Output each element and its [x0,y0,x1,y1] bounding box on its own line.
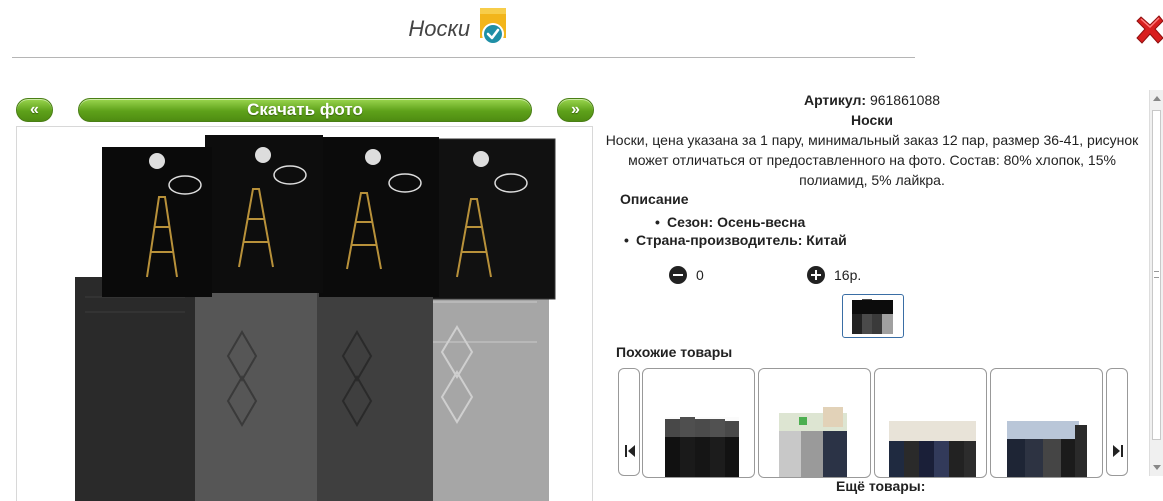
product-name: Носки [851,112,893,128]
property-country: Страна-производитель: Китай [624,231,847,249]
minus-circle-icon[interactable] [669,266,687,284]
sku-label: Артикул: [803,92,867,108]
similar-product-card[interactable] [642,368,755,478]
page-title: Носки [408,16,471,41]
more-products-label: Ещё товары: [836,478,926,494]
skip-back-icon[interactable] [618,368,640,476]
header-divider [12,57,915,58]
scroll-down-icon[interactable] [1153,465,1161,470]
price: 16р. [834,267,862,283]
plus-circle-icon[interactable] [807,266,825,284]
skip-forward-icon[interactable] [1106,368,1128,476]
next-photo-button[interactable]: » [557,98,594,122]
product-info: Артикул: 961861088 Носки Носки, цена ука… [596,90,1148,190]
similar-product-card[interactable] [990,368,1103,478]
panel-scrollbar[interactable] [1149,90,1163,476]
description-heading: Описание [620,191,689,207]
page-header: Носки [0,8,915,50]
download-photo-button[interactable]: Скачать фото [78,98,532,122]
verified-check-icon [479,8,507,46]
similar-product-card[interactable] [874,368,987,478]
product-photo [16,126,593,501]
property-season: Сезон: Осень-весна [624,213,847,231]
properties-list: Сезон: Осень-весна Страна-производитель:… [624,213,847,249]
scroll-up-icon[interactable] [1153,96,1161,101]
similar-product-card[interactable] [758,368,871,478]
sku-line: Артикул: 961861088 [596,90,1148,110]
quantity-value: 0 [696,267,704,283]
prev-photo-button[interactable]: « [16,98,53,122]
sku-value: 961861088 [869,92,941,108]
scrollbar-thumb[interactable] [1152,110,1161,440]
similar-products-heading: Похожие товары [616,344,733,360]
close-icon[interactable] [1135,12,1163,46]
product-description: Носки, цена указана за 1 пару, минимальн… [605,132,1139,188]
photo-thumbnail[interactable] [842,294,904,338]
